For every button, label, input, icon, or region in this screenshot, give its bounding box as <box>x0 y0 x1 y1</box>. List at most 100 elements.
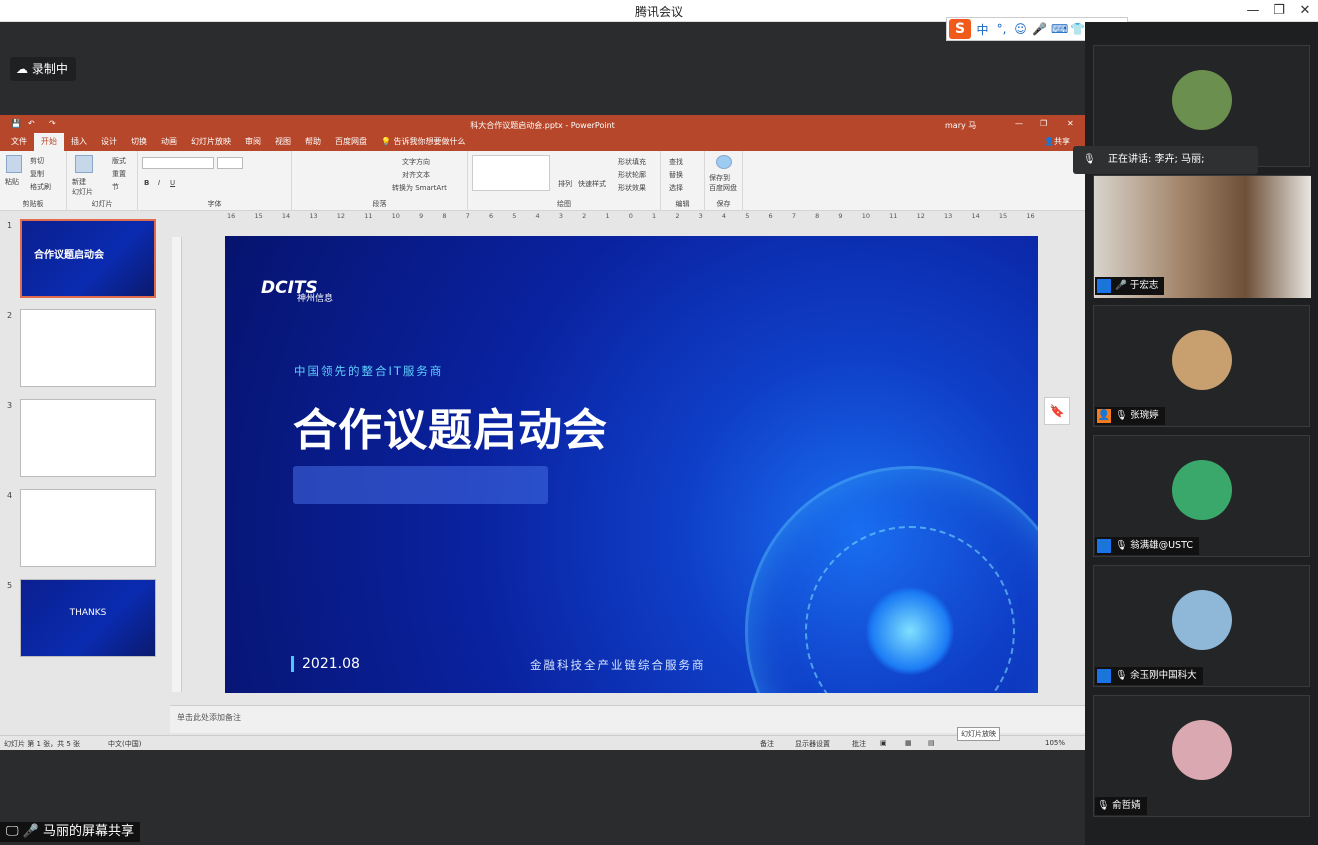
ruler-tick: 9 <box>838 212 843 220</box>
replace-button[interactable]: 替换 <box>669 170 683 180</box>
ime-mode-icon[interactable]: 中 <box>975 21 990 38</box>
ruler-tick: 6 <box>488 212 494 220</box>
share-button[interactable]: 👤共享 <box>1037 133 1077 151</box>
slide-subtitle[interactable]: 中国领先的整合IT服务商 <box>294 363 443 379</box>
select-button[interactable]: 选择 <box>669 183 683 193</box>
slide-date[interactable]: 2021.08 <box>291 656 360 672</box>
align-text-button[interactable]: 对齐文本 <box>402 170 430 180</box>
slide-thumbnail-3[interactable] <box>20 399 156 477</box>
zoom-level[interactable]: 105% <box>1045 739 1065 747</box>
slide-thumbnail-1[interactable]: 合作议题启动会 <box>20 219 156 298</box>
tab-help[interactable]: 帮助 <box>298 133 328 151</box>
keyboard-icon[interactable]: ⌨ <box>1051 22 1068 36</box>
participant-tile[interactable]: 👤 🎙 张琬婷 <box>1093 305 1310 427</box>
reset-button[interactable]: 重置 <box>112 169 126 179</box>
slide-number: 5 <box>7 581 13 590</box>
avatar <box>1172 720 1232 780</box>
recording-badge[interactable]: ☁ 录制中 <box>10 57 76 81</box>
sorter-view-icon[interactable]: ▦ <box>905 739 912 747</box>
slide-thumbnail-4[interactable] <box>20 489 156 567</box>
ppt-close-icon[interactable]: ✕ <box>1067 119 1074 128</box>
ruler-tick: 14 <box>281 212 291 220</box>
title-underbar <box>293 466 548 504</box>
tab-view[interactable]: 视图 <box>268 133 298 151</box>
format-painter-button[interactable]: 格式刷 <box>30 182 51 192</box>
slide-tagline[interactable]: 金融科技全产业链综合服务商 <box>530 657 706 673</box>
font-size-input[interactable] <box>217 157 243 169</box>
emoji-icon[interactable]: ☺ <box>1013 22 1028 36</box>
notes-placeholder: 单击此处添加备注 <box>177 713 241 722</box>
quick-styles-button[interactable]: 快速样式 <box>578 179 606 189</box>
paste-icon[interactable] <box>6 155 22 173</box>
normal-view-icon[interactable]: ▣ <box>880 739 887 747</box>
mic-muted-icon: 🎙 <box>1115 540 1128 551</box>
comments-button[interactable]: 批注 <box>852 739 866 749</box>
shape-outline-button[interactable]: 形状轮廓 <box>618 170 646 180</box>
tab-review[interactable]: 审阅 <box>238 133 268 151</box>
restore-icon[interactable]: ❐ <box>1266 0 1292 22</box>
group-label: 编辑 <box>675 200 690 208</box>
text-direction-button[interactable]: 文字方向 <box>402 157 430 167</box>
mic-icon[interactable]: 🎤 <box>1032 22 1047 36</box>
tab-baidu[interactable]: 百度网盘 <box>328 133 374 151</box>
tab-home[interactable]: 开始 <box>34 133 64 151</box>
group-slides: 新建 幻灯片 版式 重置 节 幻灯片 <box>67 151 138 211</box>
participant-tile[interactable]: 👤 🎙 翁满雄@USTC <box>1093 435 1310 557</box>
arrange-button[interactable]: 排列 <box>558 179 572 189</box>
tab-file[interactable]: 文件 <box>4 133 34 151</box>
punctuation-icon[interactable]: °, <box>994 22 1009 36</box>
participant-tile[interactable]: 👤 🎤 于宏志 <box>1093 175 1311 298</box>
ruler-tick: 9 <box>419 212 424 220</box>
paste-button[interactable]: 粘贴 <box>5 177 19 187</box>
new-slide-button[interactable]: 新建 幻灯片 <box>72 177 93 197</box>
close-icon[interactable]: ✕ <box>1292 0 1318 22</box>
tab-transitions[interactable]: 切换 <box>124 133 154 151</box>
group-label: 绘图 <box>557 200 571 208</box>
tab-design[interactable]: 设计 <box>94 133 124 151</box>
shape-fill-button[interactable]: 形状填充 <box>618 157 646 167</box>
cut-button[interactable]: 剪切 <box>30 156 44 166</box>
group-drawing: 排列 快速样式 形状填充 形状轮廓 形状效果 绘图 <box>468 151 661 211</box>
language-status[interactable]: 中文(中国) <box>108 739 141 749</box>
italic-icon[interactable]: I <box>158 179 160 187</box>
find-button[interactable]: 查找 <box>669 157 683 167</box>
new-slide-icon[interactable] <box>75 155 93 173</box>
tab-insert[interactable]: 插入 <box>64 133 94 151</box>
shapes-gallery[interactable] <box>472 155 550 191</box>
ppt-user-name[interactable]: mary 马 <box>945 120 976 131</box>
ppt-restore-icon[interactable]: ❐ <box>1040 119 1047 128</box>
section-button[interactable]: 节 <box>112 182 119 192</box>
notes-button[interactable]: 备注 <box>760 739 774 749</box>
baidu-cloud-icon[interactable] <box>716 155 732 169</box>
participant-tile[interactable]: 🎙 俞哲婧 <box>1093 695 1310 817</box>
slide-title[interactable]: 合作议题启动会 <box>293 394 608 458</box>
shape-effects-button[interactable]: 形状效果 <box>618 183 646 193</box>
underline-icon[interactable]: U <box>170 179 175 187</box>
convert-smartart-button[interactable]: 转换为 SmartArt <box>392 183 447 193</box>
tab-animations[interactable]: 动画 <box>154 133 184 151</box>
decorative-glow <box>865 586 955 676</box>
avatar <box>1172 460 1232 520</box>
ppt-file-title: 科大合作议题启动会.pptx - PowerPoint <box>470 121 615 130</box>
minimize-icon[interactable]: — <box>1240 0 1266 22</box>
save-baidu-button[interactable]: 保存到 百度网盘 <box>709 173 737 193</box>
slide-thumbnail-5[interactable]: THANKS <box>20 579 156 657</box>
slide-canvas[interactable]: DCITS 神州信息 中国领先的整合IT服务商 合作议题启动会 2021.08 … <box>225 236 1038 693</box>
skin-icon[interactable]: 👕 <box>1070 22 1085 36</box>
ppt-minimize-icon[interactable]: — <box>1015 119 1023 128</box>
notes-pane[interactable]: 单击此处添加备注 <box>170 705 1085 733</box>
vertical-ruler <box>172 237 182 692</box>
reading-view-icon[interactable]: ▤ <box>928 739 935 747</box>
layout-button[interactable]: 版式 <box>112 156 126 166</box>
ruler-tick: 7 <box>791 212 796 220</box>
sogou-logo-icon[interactable]: S <box>949 19 971 39</box>
participant-tile[interactable]: 👤 🎙 余玉刚中国科大 <box>1093 565 1310 687</box>
slide-thumbnail-2[interactable] <box>20 309 156 387</box>
tell-me-search[interactable]: 💡 告诉我你想要做什么 <box>374 133 473 151</box>
tab-slideshow[interactable]: 幻灯片放映 <box>184 133 238 151</box>
copy-button[interactable]: 复制 <box>30 169 44 179</box>
font-name-input[interactable] <box>142 157 214 169</box>
display-settings-button[interactable]: 显示器设置 <box>795 739 830 749</box>
bookmark-icon[interactable]: 🔖 <box>1044 397 1070 425</box>
bold-icon[interactable]: B <box>144 179 149 187</box>
